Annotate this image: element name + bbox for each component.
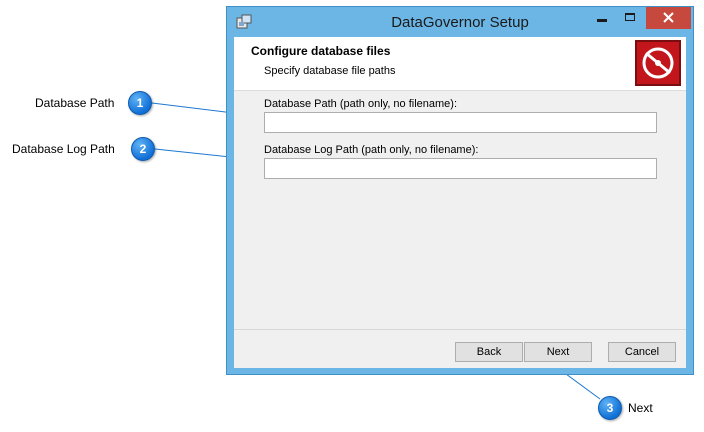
callout-label-next: Next [628,401,653,415]
callout-badge-2: 2 [131,137,155,161]
callout-badge-1: 1 [128,91,152,115]
callout-badge-3: 3 [598,396,622,420]
setup-window: DataGovernor Setup Configure database fi… [226,6,694,375]
next-button[interactable]: Next [524,342,592,362]
back-button[interactable]: Back [455,342,523,362]
callout-label-database-log-path: Database Log Path [12,142,115,156]
maximize-icon [625,13,635,21]
footer-separator [234,329,686,330]
callout-label-database-path: Database Path [35,96,115,110]
title-bar[interactable]: DataGovernor Setup [227,7,693,37]
database-log-path-input[interactable] [264,158,657,179]
close-button[interactable] [646,7,691,29]
dialog-client-area: Configure database files Specify databas… [234,37,686,368]
disc-logo-icon [642,47,674,79]
logo [635,40,681,86]
minimize-button[interactable] [588,7,616,29]
maximize-button[interactable] [616,7,644,29]
page-title: Configure database files [251,44,391,58]
database-path-input[interactable] [264,112,657,133]
minimize-icon [597,19,607,22]
database-log-path-label: Database Log Path (path only, no filenam… [264,144,479,156]
cancel-button[interactable]: Cancel [608,342,676,362]
page-subtitle: Specify database file paths [264,65,396,77]
dialog-header: Configure database files Specify databas… [234,37,686,91]
database-path-label: Database Path (path only, no filename): [264,98,458,110]
close-icon [663,12,674,23]
